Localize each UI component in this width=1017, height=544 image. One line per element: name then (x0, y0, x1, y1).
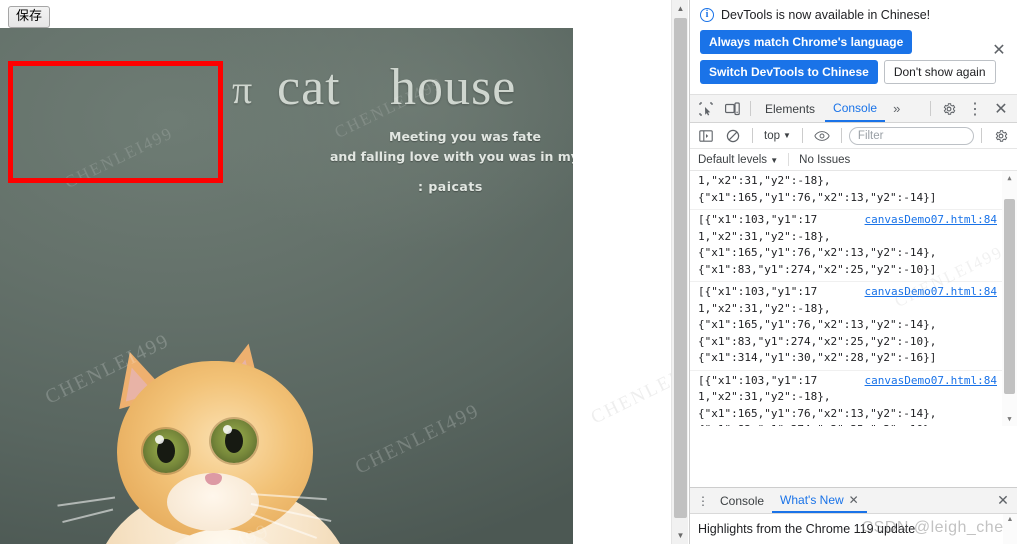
selection-rectangle[interactable] (8, 61, 223, 183)
language-notification-banner: i DevTools is now available in Chinese! … (690, 0, 1017, 95)
close-icon[interactable]: ✕ (849, 493, 859, 507)
kebab-menu-icon[interactable]: ⋮ (963, 98, 987, 120)
console-scrollbar-thumb[interactable] (1004, 199, 1015, 394)
browser-page-content: 保存 π cat house Meeting you was fate and … (0, 0, 671, 544)
banner-primary-row: Always match Chrome's language (700, 30, 1007, 54)
console-entry-source-link[interactable]: canvasDemo07.html:84 (865, 212, 997, 229)
console-entry: canvasDemo07.html:84 [{"x1":103,"y1":17 1… (690, 282, 1017, 371)
scroll-up-arrow-icon[interactable]: ▲ (672, 0, 689, 17)
close-icon[interactable]: ✕ (989, 42, 1009, 62)
toolbar-divider (930, 101, 931, 116)
console-log-area[interactable]: 1,"x2":31,"y2":-18}, {"x1":165,"y1":76,"… (690, 171, 1017, 426)
console-entry-list: 1,"x2":31,"y2":-18}, {"x1":165,"y1":76,"… (690, 171, 1017, 426)
drawer-tab-bar: ⋮ Console What's New ✕ ✕ (690, 488, 1017, 514)
console-entry: canvasDemo07.html:84 [{"x1":103,"y1":17 1… (690, 371, 1017, 427)
drawer-kebab-icon[interactable]: ⋮ (694, 494, 712, 508)
console-filter-bar: top ▼ (690, 123, 1017, 149)
drawer-tab-whats-new-label: What's New (780, 492, 844, 507)
drawer-tab-whats-new[interactable]: What's New ✕ (772, 488, 867, 513)
chevron-down-icon: ▼ (783, 131, 791, 140)
cat-illustration (55, 333, 385, 544)
console-settings-gear-icon[interactable] (989, 125, 1013, 147)
tab-console[interactable]: Console (825, 95, 886, 122)
clear-console-icon[interactable] (721, 125, 745, 147)
close-drawer-icon[interactable]: ✕ (993, 492, 1013, 509)
live-expression-icon[interactable] (810, 125, 834, 147)
chevron-down-icon: ▼ (770, 155, 779, 165)
page-watermark: CHENLEI499 (587, 352, 671, 429)
devtools-panel: i DevTools is now available in Chinese! … (689, 0, 1017, 544)
tab-elements[interactable]: Elements (757, 95, 823, 122)
console-entry-source-link[interactable]: canvasDemo07.html:84 (865, 373, 997, 390)
drawer-content: Highlights from the Chrome 119 update CS… (690, 514, 1017, 544)
default-levels-dropdown[interactable]: Default levels ▼ (698, 154, 778, 166)
photo-subtitle-line2: and falling love with you was in my cont… (330, 149, 573, 164)
page-scrollbar[interactable]: ▲ ▼ (671, 0, 688, 544)
execution-context-dropdown[interactable]: top ▼ (760, 130, 795, 142)
execution-context-value: top (764, 129, 780, 142)
photo-subtitle-line1: Meeting you was fate (389, 129, 541, 144)
cat-whisker (62, 509, 114, 524)
console-entry: 1,"x2":31,"y2":-18}, {"x1":165,"y1":76,"… (690, 171, 1017, 210)
cat-eye-glint-left (155, 435, 164, 444)
console-entry-text: 1,"x2":31,"y2":-18}, {"x1":165,"y1":76,"… (698, 174, 937, 204)
issues-status: No Issues (799, 153, 851, 166)
whats-new-headline: Highlights from the Chrome 119 update (698, 522, 916, 536)
console-scrollbar[interactable]: ▲ ▼ (1002, 171, 1017, 426)
console-sidebar-icon[interactable] (694, 125, 718, 147)
more-tabs-icon[interactable]: » (887, 101, 906, 116)
scroll-down-arrow-icon[interactable]: ▼ (1002, 412, 1017, 426)
photo-title-house: house (390, 59, 517, 116)
photo-title-pi: π (232, 67, 254, 112)
banner-secondary-row: Switch DevTools to Chinese Don't show ag… (700, 60, 1007, 84)
console-entry-source-link[interactable]: canvasDemo07.html:84 (865, 284, 997, 301)
toolbar-divider (752, 128, 753, 143)
scroll-up-arrow-icon[interactable]: ▲ (1003, 516, 1017, 523)
filter-input[interactable] (848, 126, 974, 145)
console-levels-bar: Default levels ▼ No Issues (690, 149, 1017, 171)
toolbar-divider (840, 128, 842, 143)
cat-eye-glint-right (223, 425, 232, 434)
drawer-tab-console-label: Console (720, 493, 765, 508)
levels-divider (788, 153, 790, 166)
drawer-scrollbar[interactable]: ▲ (1003, 514, 1017, 544)
devtools-toolbar: Elements Console » ⋮ ✕ (690, 95, 1017, 123)
gear-icon[interactable] (937, 98, 961, 120)
cat-whisker (57, 497, 116, 507)
save-button[interactable]: 保存 (8, 6, 51, 28)
scroll-up-arrow-icon[interactable]: ▲ (1002, 171, 1017, 185)
page-scrollbar-thumb[interactable] (674, 18, 687, 518)
dont-show-again-button[interactable]: Don't show again (883, 60, 996, 84)
toolbar-divider (981, 128, 982, 143)
info-icon: i (700, 8, 714, 22)
banner-message: DevTools is now available in Chinese! (721, 8, 931, 22)
photo-title-cat: cat (277, 59, 341, 116)
screenshot-root: 保存 π cat house Meeting you was fate and … (0, 0, 1017, 544)
photo-credit: : paicats (418, 179, 483, 194)
console-entry: canvasDemo07.html:84 [{"x1":103,"y1":17 1… (690, 210, 1017, 282)
banner-message-row: i DevTools is now available in Chinese! (700, 8, 1007, 22)
toolbar-divider (750, 101, 751, 116)
default-levels-label: Default levels (698, 153, 768, 166)
toolbar-divider (801, 128, 803, 143)
device-toolbar-icon[interactable] (720, 98, 744, 120)
switch-devtools-language-button[interactable]: Switch DevTools to Chinese (700, 60, 878, 84)
canvas-element[interactable]: π cat house Meeting you was fate and fal… (0, 28, 573, 544)
devtools-drawer: ⋮ Console What's New ✕ ✕ Highlights from… (690, 487, 1017, 544)
drawer-tab-console[interactable]: Console (712, 488, 772, 513)
scroll-down-arrow-icon[interactable]: ▼ (672, 527, 689, 544)
close-devtools-icon[interactable]: ✕ (989, 98, 1013, 120)
inspect-element-icon[interactable] (694, 98, 718, 120)
always-match-language-button[interactable]: Always match Chrome's language (700, 30, 913, 54)
